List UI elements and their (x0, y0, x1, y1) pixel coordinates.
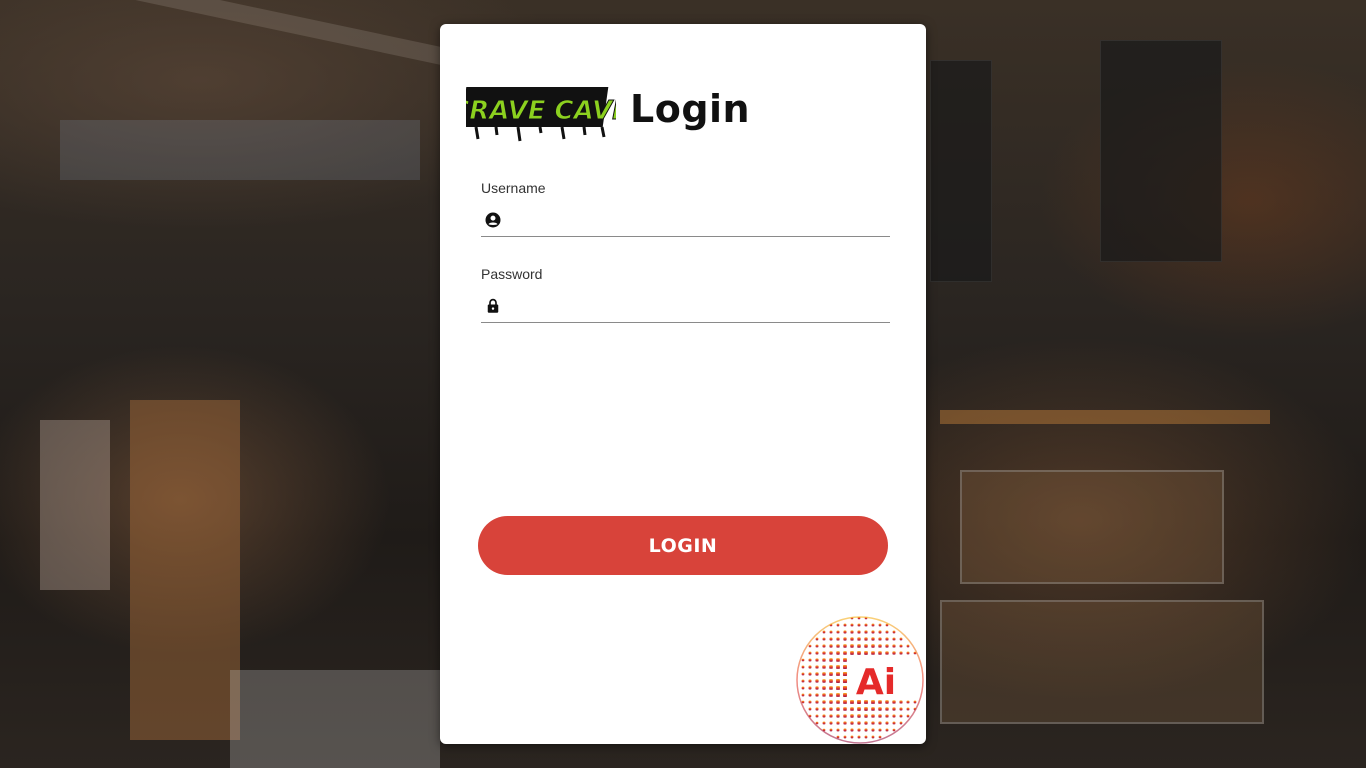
bakery-shelf (940, 410, 1270, 424)
password-row (481, 290, 890, 323)
brand-logo-text: CRAVE CAVE (466, 96, 616, 126)
ai-logo-text: Ai (856, 662, 896, 703)
counter (230, 670, 440, 768)
account-circle-icon (485, 212, 501, 228)
menu-board (930, 60, 992, 282)
login-button[interactable]: LOGIN (478, 516, 888, 575)
login-header: CRAVE CAVE Login (466, 74, 750, 144)
password-field: Password (481, 266, 890, 323)
display-case (940, 600, 1264, 724)
username-row (481, 204, 890, 237)
wooden-shelf (130, 400, 240, 740)
menu-board (1100, 40, 1222, 262)
fridge (40, 420, 110, 590)
display-case (960, 470, 1224, 584)
username-field: Username (481, 180, 890, 237)
lock-icon (487, 298, 499, 313)
ceiling-beam (0, 0, 440, 65)
login-card: CRAVE CAVE Login Username Password LOGIN (440, 24, 926, 744)
ai-logo: Ai (796, 616, 924, 744)
ceiling-window (60, 120, 420, 180)
password-label: Password (481, 266, 543, 282)
username-label: Username (481, 180, 546, 196)
page-title: Login (630, 87, 751, 131)
password-input[interactable] (510, 291, 890, 321)
username-input[interactable] (510, 205, 890, 235)
brand-logo: CRAVE CAVE (466, 87, 616, 142)
